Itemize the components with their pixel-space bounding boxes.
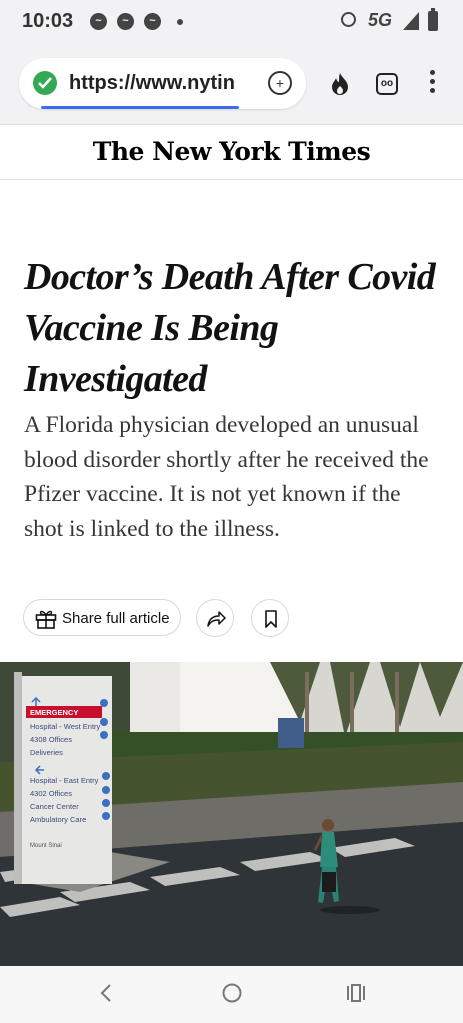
status-time: 10:03 <box>22 10 74 32</box>
sign-text-deliveries: Deliveries <box>30 748 63 757</box>
battery-icon <box>428 8 438 31</box>
share-label: Share full article <box>62 610 170 627</box>
messenger-icon: ~ <box>90 13 107 30</box>
sign-text-cancer-center: Cancer Center <box>30 802 79 811</box>
status-bar: 10:03 ~ ~ ~ 5G <box>0 0 463 46</box>
more-notifications-icon <box>177 19 183 25</box>
reader-icon[interactable]: + <box>268 71 292 95</box>
gift-icon <box>35 609 57 634</box>
article-summary: A Florida physician developed an unusual… <box>24 412 429 542</box>
signal-icon <box>403 12 419 30</box>
sign-text-east-entry: Hospital - East Entry <box>30 776 99 785</box>
home-icon[interactable] <box>221 982 243 1009</box>
recents-icon[interactable] <box>345 982 367 1009</box>
share-arrow-icon <box>207 611 226 627</box>
network-type: 5G <box>368 10 393 30</box>
nyt-logo[interactable]: The New York Times <box>93 137 371 166</box>
article-headline: Doctor’s Death After Covid Vaccine Is Be… <box>24 256 436 400</box>
save-button[interactable] <box>251 599 289 637</box>
masthead: The New York Times <box>0 125 463 180</box>
page-load-progress <box>41 106 239 109</box>
back-icon[interactable] <box>98 982 114 1009</box>
share-full-article-button[interactable]: Share full article <box>23 599 181 636</box>
alarm-icon <box>341 12 356 27</box>
share-button[interactable] <box>196 599 234 637</box>
flame-icon[interactable] <box>329 72 351 102</box>
sign-text-4302: 4302 Offices <box>30 789 72 798</box>
browser-toolbar: https://www.nytin + oo <box>0 46 463 125</box>
bookmark-icon <box>265 610 277 628</box>
messenger-icon: ~ <box>117 13 134 30</box>
tabs-icon[interactable]: oo <box>376 73 398 95</box>
sign-text-mount-sinai: Mount Sinai <box>30 843 62 849</box>
address-bar[interactable]: https://www.nytin + <box>19 58 306 109</box>
messenger-icon: ~ <box>144 13 161 30</box>
shield-icon[interactable] <box>33 71 57 95</box>
system-nav-bar <box>0 966 463 1023</box>
hospital-photo: EMERGENCY Hospital - West Entry 4308 Off… <box>0 662 463 966</box>
sign-text-emergency: EMERGENCY <box>30 708 78 717</box>
url-text[interactable]: https://www.nytin <box>69 72 259 95</box>
article-photo: EMERGENCY Hospital - West Entry 4308 Off… <box>0 662 463 966</box>
sign-text-west-entry: Hospital - West Entry <box>30 722 101 731</box>
sign-text-ambulatory: Ambulatory Care <box>30 815 86 824</box>
menu-icon[interactable] <box>430 70 436 97</box>
sign-text-4308: 4308 Offices <box>30 735 72 744</box>
